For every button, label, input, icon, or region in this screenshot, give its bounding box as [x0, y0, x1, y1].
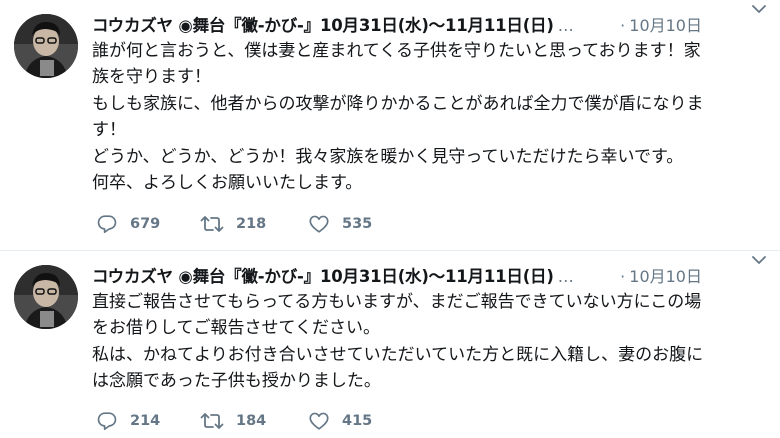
tweet-text-line: どうか、どうか、どうか！我々家族を暖かく見守っていただけたら幸いです。	[92, 146, 684, 167]
tweet-text-line: 私は、かねてよりお付き合いさせていただいていた方と既に入籍し、妻のお腹に	[92, 344, 704, 365]
retweet-count: 184	[236, 413, 267, 429]
display-name[interactable]: コウカズヤ ◉舞台『黴-かび-』10月31日(水)〜11月11日(日)	[92, 16, 554, 35]
like-icon	[309, 215, 329, 233]
username[interactable]: …	[558, 16, 574, 35]
timestamp-date: 10月10日	[629, 267, 702, 286]
display-name[interactable]: コウカズヤ ◉舞台『黴-かび-』10月31日(水)〜11月11日(日)	[92, 267, 554, 286]
reply-button[interactable]: 214	[96, 409, 160, 433]
retweet-icon	[200, 413, 224, 429]
like-count: 535	[342, 216, 373, 232]
separator-dot: ·	[620, 16, 626, 35]
tweet-text-line: 誰が何と言おうと、僕は妻と産まれてくる子供を守りたいと思っております！家	[92, 41, 701, 61]
avatar[interactable]	[14, 265, 78, 329]
reply-icon	[97, 412, 117, 431]
tweet-text-line: をお借りしてご報告させてください。	[92, 318, 380, 339]
like-icon	[309, 412, 329, 430]
reply-count: 214	[130, 413, 161, 429]
avatar-image	[14, 265, 78, 329]
reply-button[interactable]: 679	[96, 212, 160, 236]
retweet-button[interactable]: 218	[200, 212, 266, 236]
tweet-text: 誰が何と言おうと、僕は妻と産まれてくる子供を守りたいと思っております！家 族を守…	[92, 38, 768, 196]
tweet[interactable]: コウカズヤ ◉舞台『黴-かび-』10月31日(水)〜11月11日(日)… · 10…	[0, 251, 780, 438]
timestamp-date: 10月10日	[629, 16, 702, 35]
reply-count: 679	[130, 216, 161, 232]
avatar[interactable]	[14, 14, 78, 78]
chevron-down-icon[interactable]	[752, 255, 766, 265]
tweet-text-line: 直接ご報告させてもらってる方もいますが、まだご報告できていない方にこの場	[92, 292, 702, 312]
like-button[interactable]: 535	[308, 212, 372, 236]
separator-dot: ·	[620, 267, 626, 286]
retweet-icon	[200, 216, 224, 232]
tweet-text-line: す！	[92, 120, 126, 141]
tweet-text-line: は念願であった子供も授かりました。	[92, 371, 381, 392]
avatar-image	[14, 14, 78, 78]
like-button[interactable]: 415	[308, 409, 372, 433]
tweet-text-line: 何卒、よろしくお願いいたします。	[92, 173, 363, 194]
tweet-header: コウカズヤ ◉舞台『黴-かび-』10月31日(水)〜11月11日(日)… · 10…	[92, 12, 772, 36]
timestamp[interactable]: · 10月10日	[620, 12, 702, 36]
tweet-text-line: 族を守ります！	[92, 67, 211, 88]
retweet-count: 218	[236, 216, 267, 232]
chevron-down-icon[interactable]	[752, 4, 766, 14]
retweet-button[interactable]: 184	[200, 409, 266, 433]
like-count: 415	[342, 413, 373, 429]
tweet[interactable]: コウカズヤ ◉舞台『黴-かび-』10月31日(水)〜11月11日(日)… · 10…	[0, 0, 780, 250]
tweet-text: 直接ご報告させてもらってる方もいますが、まだご報告できていない方にこの場 をお借…	[92, 289, 768, 395]
tweet-actions: 214 184 415	[96, 409, 496, 433]
tweet-text-line: もしも家族に、他者からの攻撃が降りかかることがあれば全力で僕が盾になりま	[92, 93, 704, 114]
tweet-actions: 679 218 535	[96, 212, 496, 236]
tweet-header: コウカズヤ ◉舞台『黴-かび-』10月31日(水)〜11月11日(日)… · 10…	[92, 263, 772, 287]
timestamp[interactable]: · 10月10日	[620, 263, 702, 287]
username[interactable]: …	[558, 267, 574, 286]
reply-icon	[97, 215, 117, 234]
